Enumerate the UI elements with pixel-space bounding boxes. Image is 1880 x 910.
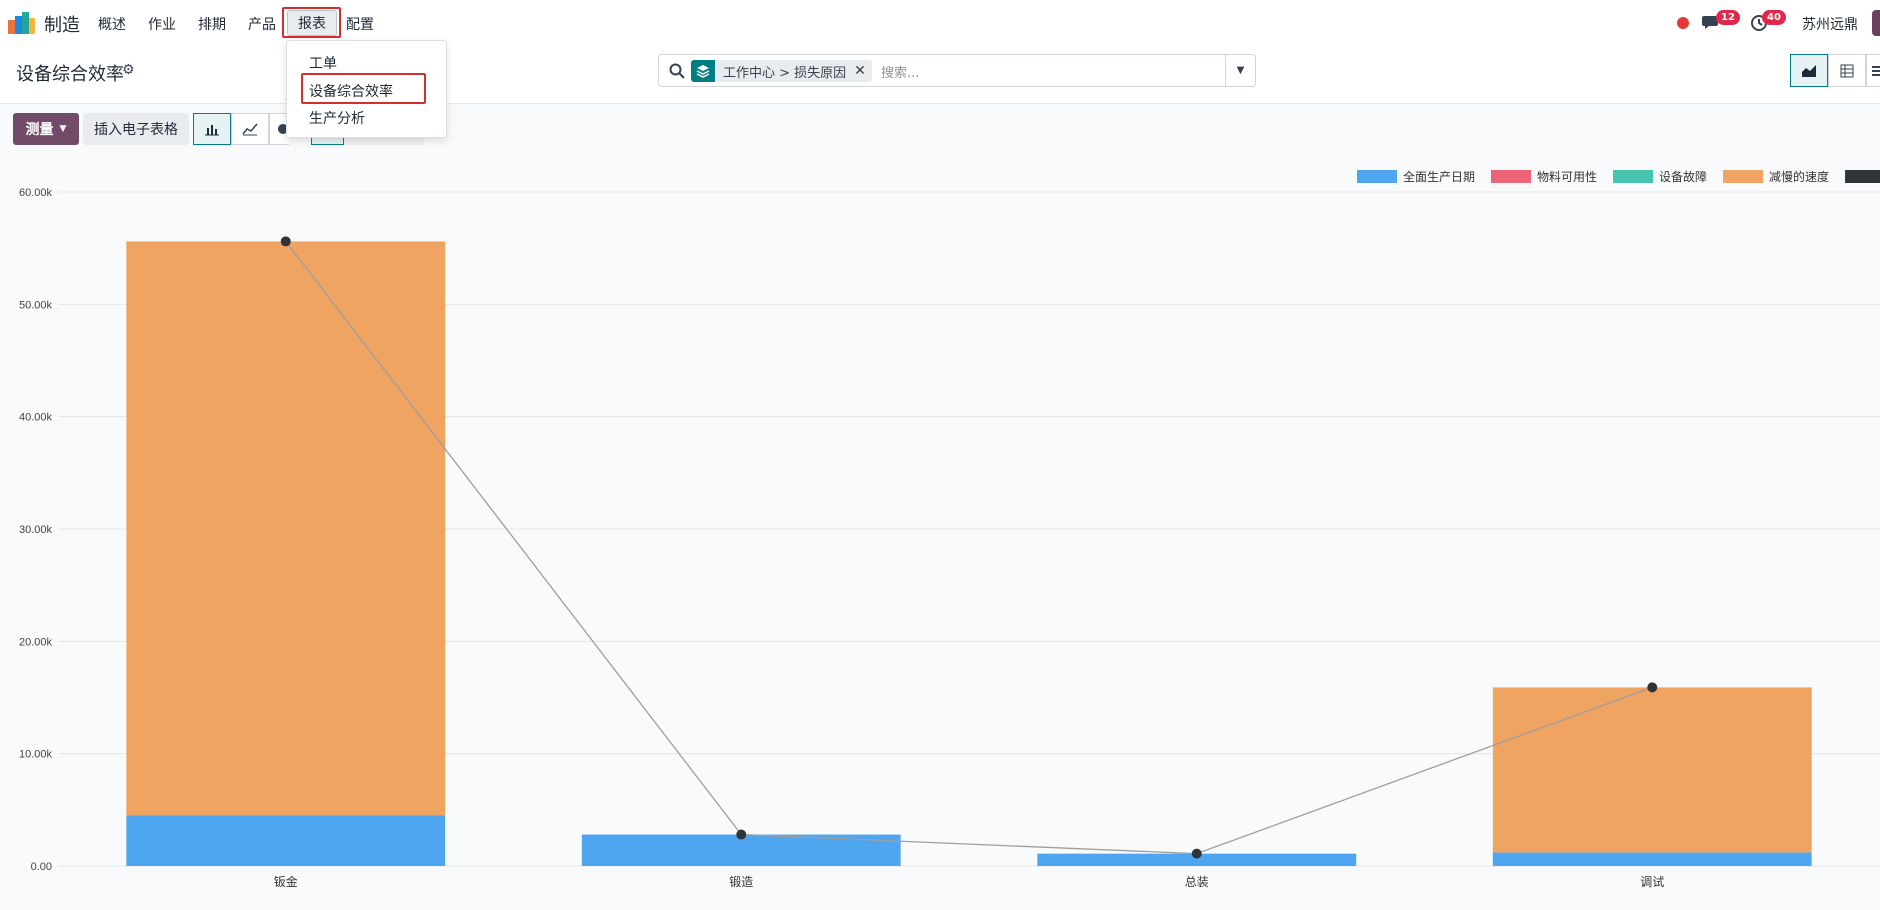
line-chart-button[interactable] — [231, 113, 269, 145]
oee-stacked-bar-chart: 0.00 10.00k 20.00k 30.00k 40.00k 50.00k 60.00k… — [19, 169, 1880, 889]
search-bar: 工作中心 > 损失原因 ✕ 搜索... ▼ — [658, 54, 1256, 87]
view-switcher — [1790, 54, 1880, 87]
legend-swatch — [1723, 170, 1764, 183]
menu-item-production-analysis[interactable]: 生产分析 — [309, 108, 365, 128]
app-name[interactable]: 制造 — [44, 11, 80, 37]
nav-products[interactable]: 产品 — [248, 14, 276, 34]
bar-segment — [1492, 687, 1812, 853]
insert-spreadsheet-button[interactable]: 插入电子表格 — [83, 113, 189, 145]
nav-configuration[interactable]: 配置 — [346, 14, 374, 34]
nav-overview[interactable]: 概述 — [98, 14, 126, 34]
measure-label: 测量 — [25, 122, 54, 138]
total-line — [285, 241, 1653, 855]
nav-operations[interactable]: 作业 — [148, 14, 176, 34]
search-facet-label: 工作中心 > 损失原因 — [723, 65, 847, 81]
activity-badge: 40 — [1762, 10, 1786, 25]
bar-segment — [1492, 852, 1812, 866]
page-title: 设备综合效率 — [16, 64, 124, 85]
x-tick-label: 锻造 — [729, 875, 753, 889]
recording-indicator-icon[interactable] — [1677, 17, 1689, 29]
y-tick-label: 40.00k — [19, 412, 53, 424]
total-line-point — [1647, 682, 1658, 693]
search-icon[interactable] — [669, 63, 685, 79]
manufacturing-app-logo[interactable] — [8, 12, 36, 34]
reports-dropdown-menu: 工单 设备综合效率 生产分析 — [286, 40, 447, 138]
bar-chart-button[interactable] — [193, 113, 231, 145]
bar-segment — [126, 815, 446, 866]
y-tick-label: 0.00 — [31, 861, 52, 873]
y-tick-label: 50.00k — [19, 299, 53, 311]
list-view-button[interactable] — [1866, 54, 1880, 87]
menu-item-work-orders[interactable]: 工单 — [309, 53, 337, 73]
bar-segment — [126, 241, 446, 816]
company-switcher[interactable]: 苏州远鼎 — [1802, 14, 1858, 34]
legend-swatch — [1613, 170, 1654, 183]
highlight-box-reporting — [282, 7, 341, 38]
x-tick-label: 调试 — [1640, 874, 1664, 889]
layers-icon — [691, 60, 715, 82]
x-tick-label: 钣金 — [274, 874, 298, 889]
area-chart-icon — [1802, 64, 1816, 77]
legend-swatch — [1491, 170, 1532, 183]
chat-badge: 12 — [1716, 10, 1740, 25]
legend-label: 物料可用性 — [1537, 170, 1597, 184]
gear-icon[interactable]: ⚙ — [122, 62, 135, 78]
bar-chart-icon — [205, 125, 219, 136]
y-tick-label: 10.00k — [19, 749, 53, 761]
legend-swatch — [1845, 170, 1880, 183]
list-icon — [1872, 65, 1880, 76]
x-tick-label: 总装 — [1185, 875, 1209, 889]
total-line-point — [736, 829, 747, 840]
caret-down-icon: ▼ — [1236, 65, 1245, 76]
y-tick-label: 30.00k — [19, 524, 53, 536]
y-tick-label: 60.00k — [19, 187, 53, 199]
search-options-toggle[interactable]: ▼ — [1225, 55, 1255, 86]
caret-down-icon: ▼ — [59, 124, 67, 134]
highlight-box-oee — [301, 73, 426, 104]
total-line-point — [280, 236, 291, 247]
legend-swatch — [1357, 170, 1397, 183]
y-tick-label: 20.00k — [19, 636, 53, 648]
top-navbar: 制造 概述 作业 排期 产品 报表 配置 12 40 苏州远鼎 — [0, 0, 1880, 46]
legend-label: 全面生产日期 — [1403, 169, 1475, 184]
nav-planning[interactable]: 排期 — [198, 14, 226, 34]
legend-label: 减慢的速度 — [1769, 169, 1829, 184]
total-line-point — [1191, 848, 1202, 859]
user-avatar[interactable] — [1872, 10, 1880, 36]
insert-spreadsheet-label: 插入电子表格 — [94, 122, 178, 138]
legend-label: 设备故障 — [1659, 169, 1707, 184]
graph-view-button[interactable] — [1790, 54, 1828, 87]
pivot-view-button[interactable] — [1828, 54, 1866, 87]
line-chart-icon — [242, 123, 258, 136]
search-facet[interactable]: 工作中心 > 损失原因 ✕ — [691, 60, 872, 82]
measure-dropdown-button[interactable]: 测量 ▼ — [13, 113, 79, 145]
close-icon[interactable]: ✕ — [854, 63, 872, 79]
search-input[interactable]: 搜索... — [881, 62, 919, 81]
table-icon — [1840, 64, 1854, 77]
